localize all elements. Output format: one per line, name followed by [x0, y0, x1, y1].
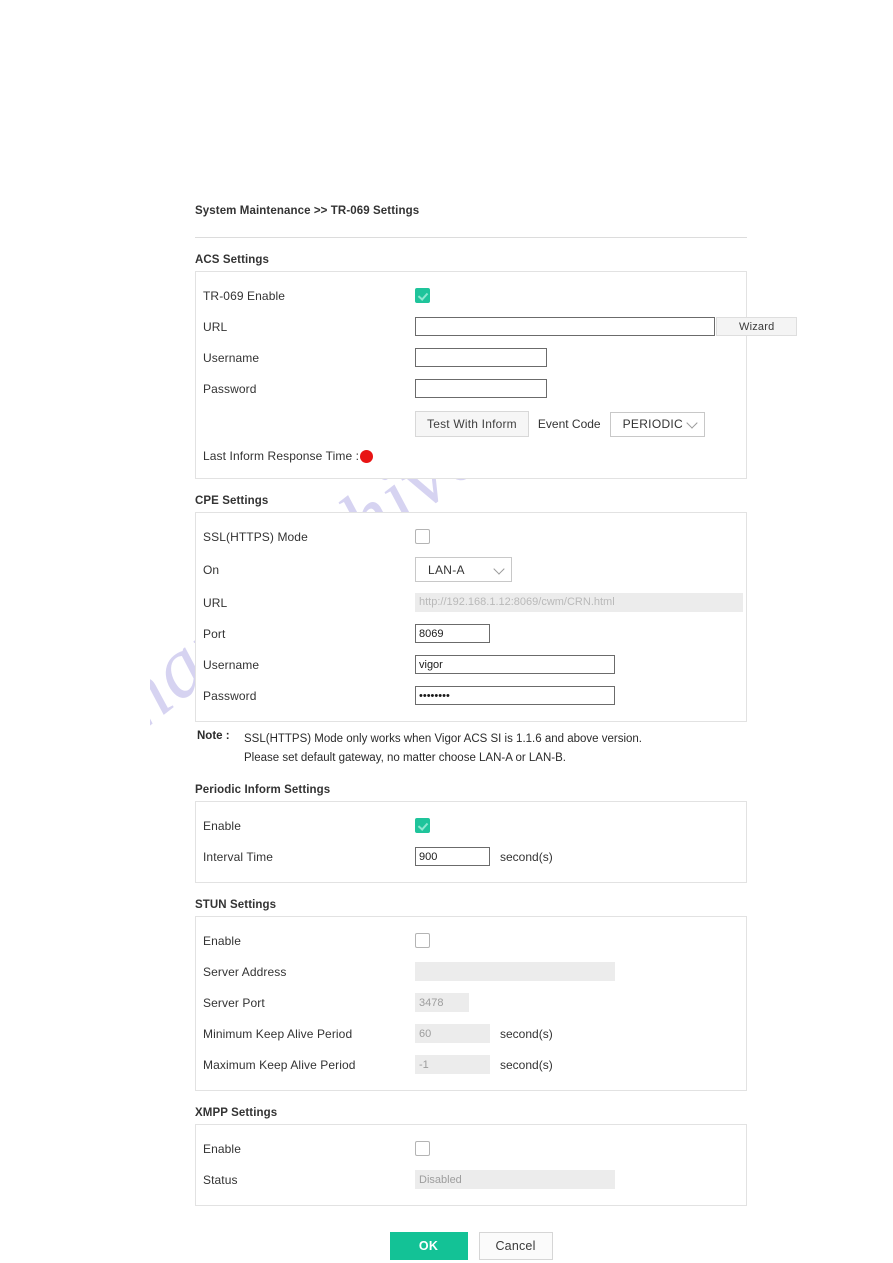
test-with-inform-button[interactable]: Test With Inform	[415, 411, 529, 437]
stun-server-address-label: Server Address	[203, 964, 287, 979]
row-acs-username: Username	[196, 342, 746, 373]
xmpp-settings-panel: Enable Status	[195, 1124, 747, 1206]
row-interval-time: Interval Time second(s)	[196, 841, 746, 872]
row-xmpp-enable: Enable	[196, 1133, 746, 1164]
interval-time-label: Interval Time	[203, 849, 273, 864]
cpe-url-label: URL	[203, 595, 228, 610]
note-label: Note :	[197, 730, 230, 742]
periodic-enable-checkbox[interactable]	[415, 818, 430, 833]
row-ssl-mode: SSL(HTTPS) Mode	[196, 521, 746, 552]
acs-url-input[interactable]	[415, 317, 715, 336]
stun-settings-panel: Enable Server Address Server Port Minimu…	[195, 916, 747, 1091]
stun-enable-checkbox[interactable]	[415, 933, 430, 948]
cpe-note: Note : SSL(HTTPS) Mode only works when V…	[195, 730, 747, 768]
event-code-select[interactable]: PERIODIC	[609, 411, 705, 437]
acs-username-label: Username	[203, 350, 260, 365]
row-acs-password: Password	[196, 373, 746, 404]
form-actions: OK Cancel	[195, 1232, 747, 1260]
xmpp-settings-title: XMPP Settings	[195, 1107, 278, 1119]
cpe-on-value: LAN-A	[428, 562, 465, 577]
row-max-keep-alive: Maximum Keep Alive Period second(s)	[196, 1049, 746, 1080]
cpe-password-label: Password	[203, 688, 257, 703]
row-tr069-enable: TR-069 Enable	[196, 280, 746, 311]
cpe-on-select[interactable]: LAN-A	[415, 557, 512, 582]
xmpp-enable-checkbox[interactable]	[415, 1141, 430, 1156]
page-content: System Maintenance >> TR-069 Settings AC…	[195, 205, 798, 1260]
acs-settings-panel: TR-069 Enable URL Wizard Username Passwo…	[195, 271, 798, 479]
interval-time-input[interactable]	[415, 847, 490, 866]
row-cpe-username: Username	[196, 649, 746, 680]
xmpp-status-value	[415, 1170, 615, 1189]
periodic-enable-label: Enable	[203, 818, 241, 833]
acs-url-label: URL	[203, 319, 228, 334]
cpe-port-label: Port	[203, 626, 226, 641]
acs-wizard-button[interactable]: Wizard	[716, 317, 798, 336]
row-min-keep-alive: Minimum Keep Alive Period second(s)	[196, 1018, 746, 1049]
xmpp-enable-label: Enable	[203, 1141, 241, 1156]
note-line-2: Please set default gateway, no matter ch…	[244, 752, 566, 764]
row-stun-enable: Enable	[196, 925, 746, 956]
cpe-username-label: Username	[203, 657, 260, 672]
row-stun-server-address: Server Address	[196, 956, 746, 987]
row-periodic-enable: Enable	[196, 810, 746, 841]
interval-time-unit: second(s)	[500, 849, 553, 864]
breadcrumb: System Maintenance >> TR-069 Settings	[195, 205, 747, 238]
min-keep-alive-label: Minimum Keep Alive Period	[203, 1026, 353, 1041]
acs-username-input[interactable]	[415, 348, 547, 367]
ok-button[interactable]: OK	[389, 1232, 468, 1260]
tr069-enable-label: TR-069 Enable	[203, 288, 286, 303]
row-last-inform-response: Last Inform Response Time :	[196, 444, 746, 468]
row-xmpp-status: Status	[196, 1164, 746, 1195]
row-stun-server-port: Server Port	[196, 987, 746, 1018]
xmpp-status-label: Status	[203, 1172, 238, 1187]
stun-settings-title: STUN Settings	[195, 899, 277, 911]
max-keep-alive-unit: second(s)	[500, 1057, 553, 1072]
min-keep-alive-input[interactable]	[415, 1024, 490, 1043]
cancel-button[interactable]: Cancel	[478, 1232, 553, 1260]
stun-server-port-input[interactable]	[415, 993, 469, 1012]
event-code-label: Event Code	[537, 417, 601, 431]
status-dot-icon	[360, 449, 374, 463]
acs-password-label: Password	[203, 381, 257, 396]
chevron-down-icon	[685, 417, 698, 429]
row-acs-url: URL Wizard	[196, 311, 798, 342]
ssl-mode-checkbox[interactable]	[415, 529, 430, 544]
stun-server-address-input[interactable]	[415, 962, 615, 981]
periodic-inform-settings-title: Periodic Inform Settings	[195, 784, 331, 796]
row-test-inform: Test With Inform Event Code PERIODIC	[196, 404, 746, 444]
cpe-settings-panel: SSL(HTTPS) Mode On LAN-A URL http://192.…	[195, 512, 747, 722]
event-code-value: PERIODIC	[622, 417, 684, 431]
note-line-1: SSL(HTTPS) Mode only works when Vigor AC…	[244, 733, 643, 745]
tr069-settings-page: System Maintenance >> TR-069 Settings AC…	[0, 0, 893, 1263]
cpe-settings-title: CPE Settings	[195, 495, 269, 507]
row-cpe-on: On LAN-A	[196, 552, 746, 587]
cpe-url-readonly: http://192.168.1.12:8069/cwm/CRN.html	[415, 593, 743, 612]
last-inform-response-label: Last Inform Response Time :	[203, 449, 360, 463]
acs-password-input[interactable]	[415, 379, 547, 398]
chevron-down-icon	[493, 562, 505, 575]
stun-enable-label: Enable	[203, 933, 241, 948]
stun-server-port-label: Server Port	[203, 995, 265, 1010]
tr069-enable-checkbox[interactable]	[415, 288, 430, 303]
row-cpe-password: Password	[196, 680, 746, 711]
row-cpe-url: URL http://192.168.1.12:8069/cwm/CRN.htm…	[196, 587, 746, 618]
min-keep-alive-unit: second(s)	[500, 1026, 553, 1041]
acs-settings-title: ACS Settings	[195, 254, 270, 266]
row-cpe-port: Port	[196, 618, 746, 649]
cpe-username-input[interactable]	[415, 655, 615, 674]
cpe-port-input[interactable]	[415, 624, 490, 643]
cpe-password-input[interactable]	[415, 686, 615, 705]
ssl-mode-label: SSL(HTTPS) Mode	[203, 529, 308, 544]
max-keep-alive-label: Maximum Keep Alive Period	[203, 1057, 356, 1072]
cpe-on-label: On	[203, 562, 220, 577]
max-keep-alive-input[interactable]	[415, 1055, 490, 1074]
periodic-inform-settings-panel: Enable Interval Time second(s)	[195, 801, 747, 883]
